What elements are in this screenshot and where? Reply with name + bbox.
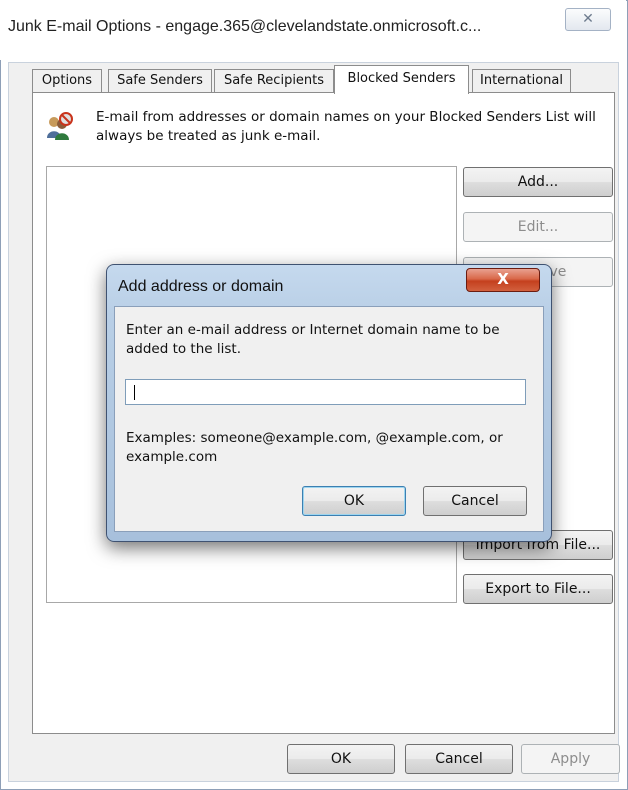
ok-button[interactable]: OK bbox=[287, 744, 395, 774]
tab-safe-recipients[interactable]: Safe Recipients bbox=[214, 69, 334, 92]
window-title: Junk E-mail Options - engage.365@clevela… bbox=[8, 18, 482, 35]
edit-button[interactable]: Edit... bbox=[463, 212, 613, 242]
dialog-cancel-button[interactable]: Cancel bbox=[423, 486, 527, 516]
blocked-senders-description: E-mail from addresses or domain names on… bbox=[96, 109, 596, 144]
title-bar: Junk E-mail Options - engage.365@clevela… bbox=[0, 0, 626, 60]
dialog-close-button[interactable]: X bbox=[466, 268, 540, 292]
export-to-file-button[interactable]: Export to File... bbox=[463, 574, 613, 604]
dialog-ok-button[interactable]: OK bbox=[302, 486, 406, 516]
dialog-examples: Examples: someone@example.com, @example.… bbox=[126, 430, 503, 465]
blocked-users-icon bbox=[45, 112, 73, 142]
window-close-button[interactable]: ✕ bbox=[565, 8, 611, 31]
dialog-title: Add address or domain bbox=[118, 278, 284, 295]
dialog-prompt: Enter an e-mail address or Internet doma… bbox=[126, 322, 500, 357]
cancel-button[interactable]: Cancel bbox=[405, 744, 513, 774]
tab-international[interactable]: International bbox=[472, 69, 571, 92]
tab-safe-senders[interactable]: Safe Senders bbox=[108, 69, 212, 92]
text-caret bbox=[134, 385, 135, 400]
tab-options[interactable]: Options bbox=[32, 69, 102, 92]
apply-button[interactable]: Apply bbox=[521, 744, 620, 774]
add-button[interactable]: Add... bbox=[463, 167, 613, 197]
tab-blocked-senders[interactable]: Blocked Senders bbox=[334, 65, 469, 94]
address-input[interactable] bbox=[125, 379, 526, 405]
